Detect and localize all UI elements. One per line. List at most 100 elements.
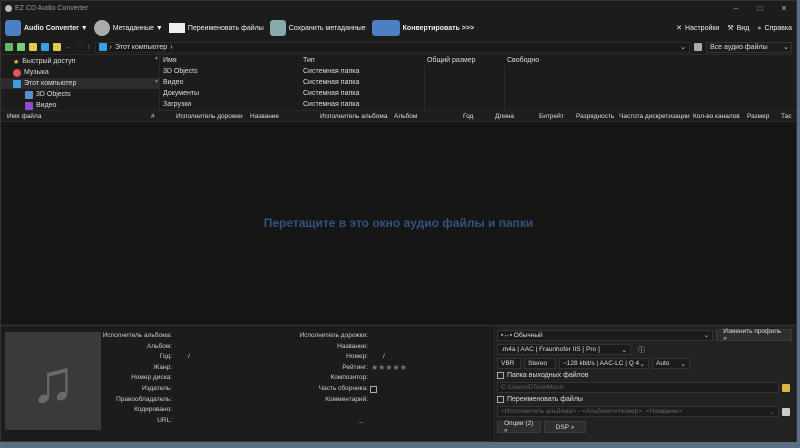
up-icon[interactable]: ↑: [87, 44, 91, 51]
audio-converter-icon: [5, 20, 21, 36]
file-row[interactable]: Документы Системная папка: [160, 88, 796, 99]
meta-label: URL:: [157, 416, 172, 424]
format-select[interactable]: .m4a | AAC | Fraunhofer IIS [ Pro ] ⌄: [497, 344, 631, 355]
documents-icon[interactable]: [17, 43, 25, 51]
path-bar[interactable]: › Этот компьютер › ⌄: [94, 41, 690, 53]
track-drop-area[interactable]: Перетащите в это окно аудио файлы и папк…: [1, 122, 796, 324]
col-type[interactable]: Тип: [300, 57, 424, 64]
compilation-checkbox[interactable]: [370, 386, 377, 393]
maximize-button[interactable]: □: [748, 4, 772, 13]
label: Справка: [764, 24, 792, 32]
channels-select[interactable]: Stereo: [524, 358, 556, 369]
file-type: Системная папка: [303, 101, 360, 108]
info-icon[interactable]: ⓘ: [638, 345, 645, 355]
save-icon: [269, 20, 286, 36]
file-row[interactable]: Загрузки Системная папка: [160, 99, 796, 110]
col-album[interactable]: Альбом: [394, 113, 417, 120]
tree-item-music[interactable]: Музыка: [1, 67, 159, 78]
document-icon[interactable]: [782, 407, 790, 416]
rating-stars[interactable]: ★★★★★: [371, 363, 407, 372]
col-title[interactable]: Название: [250, 113, 279, 120]
computer-icon[interactable]: [41, 43, 49, 51]
disc-number-field[interactable]: /: [188, 353, 190, 360]
file-row[interactable]: 3D Objects Системная папка: [160, 66, 796, 77]
computer-icon: [13, 79, 21, 88]
view-mode-icon[interactable]: [694, 43, 702, 51]
col-bitrate[interactable]: Битрейт: [539, 113, 564, 120]
filter-text: Все аудио файлы: [710, 43, 768, 51]
convert-icon: [371, 20, 400, 36]
col-total-size[interactable]: Общий размер: [424, 57, 504, 64]
rename-pattern-text: <Исполнитель альбома> - <Альбом>\<Номер>…: [501, 408, 683, 415]
tree-scrollbar[interactable]: ▲ ▼: [154, 55, 159, 109]
nav-bar: ← → ↑ › Этот компьютер › ⌄ Все аудио файлы ⌄: [1, 40, 796, 54]
app-window: EZ CD Audio Converter – □ ✕ Audio Converte…: [0, 0, 797, 442]
bottom-panel: ♫ Исполнитель альбома: Альбом: Год: Жанр: Но…: [1, 325, 796, 442]
metadata-button[interactable]: Метаданные ▼: [93, 20, 163, 36]
convert-button[interactable]: Конвертировать >>>: [371, 20, 474, 36]
file-filter-select[interactable]: Все аудио файлы ⌄: [706, 41, 792, 53]
output-folder-input[interactable]: C:\Users\DTore\Music: [497, 382, 779, 393]
col-sample-rate[interactable]: Частота дискретизации: [619, 113, 690, 120]
settings-button[interactable]: ✕ Настройки: [676, 24, 719, 33]
meta-label: Год:: [159, 353, 172, 361]
meta-label: Правообладатель:: [116, 395, 172, 403]
col-tag[interactable]: Тас: [781, 113, 792, 120]
more-button[interactable]: ...: [358, 418, 363, 425]
music-note-icon: ♫: [30, 347, 76, 415]
desktop-icon[interactable]: [5, 43, 13, 51]
view-button[interactable]: ⚒ Вид: [727, 24, 749, 33]
album-art[interactable]: ♫: [5, 332, 101, 430]
tree-item-quick-access[interactable]: ★ Быстрый доступ: [1, 56, 159, 67]
rename-pattern-input[interactable]: <Исполнитель альбома> - <Альбом>\<Номер>…: [497, 406, 779, 417]
sample-rate-select[interactable]: Auto ⌄: [652, 358, 690, 369]
dsp-button[interactable]: DSP »: [544, 421, 586, 433]
mode-select[interactable]: VBR: [497, 358, 521, 369]
col-size[interactable]: Размер: [747, 113, 769, 120]
music-icon[interactable]: [53, 43, 61, 51]
track-number-field[interactable]: /: [383, 353, 385, 360]
profile-icon: ▪↔▪: [501, 331, 514, 339]
file-type: Системная папка: [303, 79, 360, 86]
rename-files-checkbox[interactable]: [497, 396, 504, 403]
help-button[interactable]: ● Справка: [757, 24, 792, 32]
col-number[interactable]: #: [151, 113, 155, 120]
downloads-icon[interactable]: [29, 43, 37, 51]
tree-item-3d-objects[interactable]: 3D Objects: [1, 89, 159, 100]
video-icon: [25, 101, 33, 110]
close-button[interactable]: ✕: [772, 4, 796, 13]
title-bar: EZ CD Audio Converter – □ ✕: [1, 1, 796, 16]
rename-files-button[interactable]: Переименовать файлы: [168, 23, 264, 33]
label: Этот компьютер: [24, 80, 77, 87]
output-folder-checkbox[interactable]: [497, 372, 504, 379]
profile-select[interactable]: ▪↔▪ Обычный ⌄: [497, 329, 714, 341]
col-bit-depth[interactable]: Разрядность: [576, 113, 614, 120]
audio-converter-button[interactable]: Audio Converter ▼: [5, 20, 88, 36]
col-track-artist[interactable]: Исполнитель дорожки: [176, 113, 243, 120]
col-filename[interactable]: Имя файла: [7, 113, 41, 120]
star-icon: ★: [13, 58, 20, 66]
file-row[interactable]: Видео Системная папка: [160, 77, 796, 88]
meta-label: Кодировано:: [134, 406, 172, 414]
change-profile-button[interactable]: Изменить профиль »: [716, 328, 792, 342]
toolbar: Audio Converter ▼ Метаданные ▼ Переимено…: [1, 16, 796, 40]
label: Сохранить метаданные: [288, 24, 366, 32]
options-button[interactable]: Опции (2) »: [497, 420, 541, 434]
forward-icon[interactable]: →: [76, 44, 83, 51]
tree-item-this-pc[interactable]: Этот компьютер: [1, 78, 159, 89]
col-album-artist[interactable]: Исполнитель альбома: [320, 113, 387, 120]
save-metadata-button[interactable]: Сохранить метаданные: [269, 20, 366, 36]
mode-text: VBR: [501, 360, 515, 367]
col-length[interactable]: Длина: [495, 113, 514, 120]
col-year[interactable]: Год: [463, 113, 473, 120]
meta-label: Часть сборника:: [318, 385, 368, 392]
path-text: Этот компьютер: [114, 43, 168, 51]
col-channels[interactable]: Кол-во каналов: [693, 113, 740, 120]
meta-label: Номер:: [346, 353, 368, 361]
col-free[interactable]: Свободно: [504, 57, 564, 64]
back-icon[interactable]: ←: [65, 44, 72, 51]
minimize-button[interactable]: –: [724, 4, 748, 13]
quality-select[interactable]: ~128 kbit/s | AAC-LC | Q 4 ⌄: [559, 358, 649, 369]
folder-icon[interactable]: [782, 383, 790, 392]
col-name[interactable]: Имя: [160, 57, 300, 64]
